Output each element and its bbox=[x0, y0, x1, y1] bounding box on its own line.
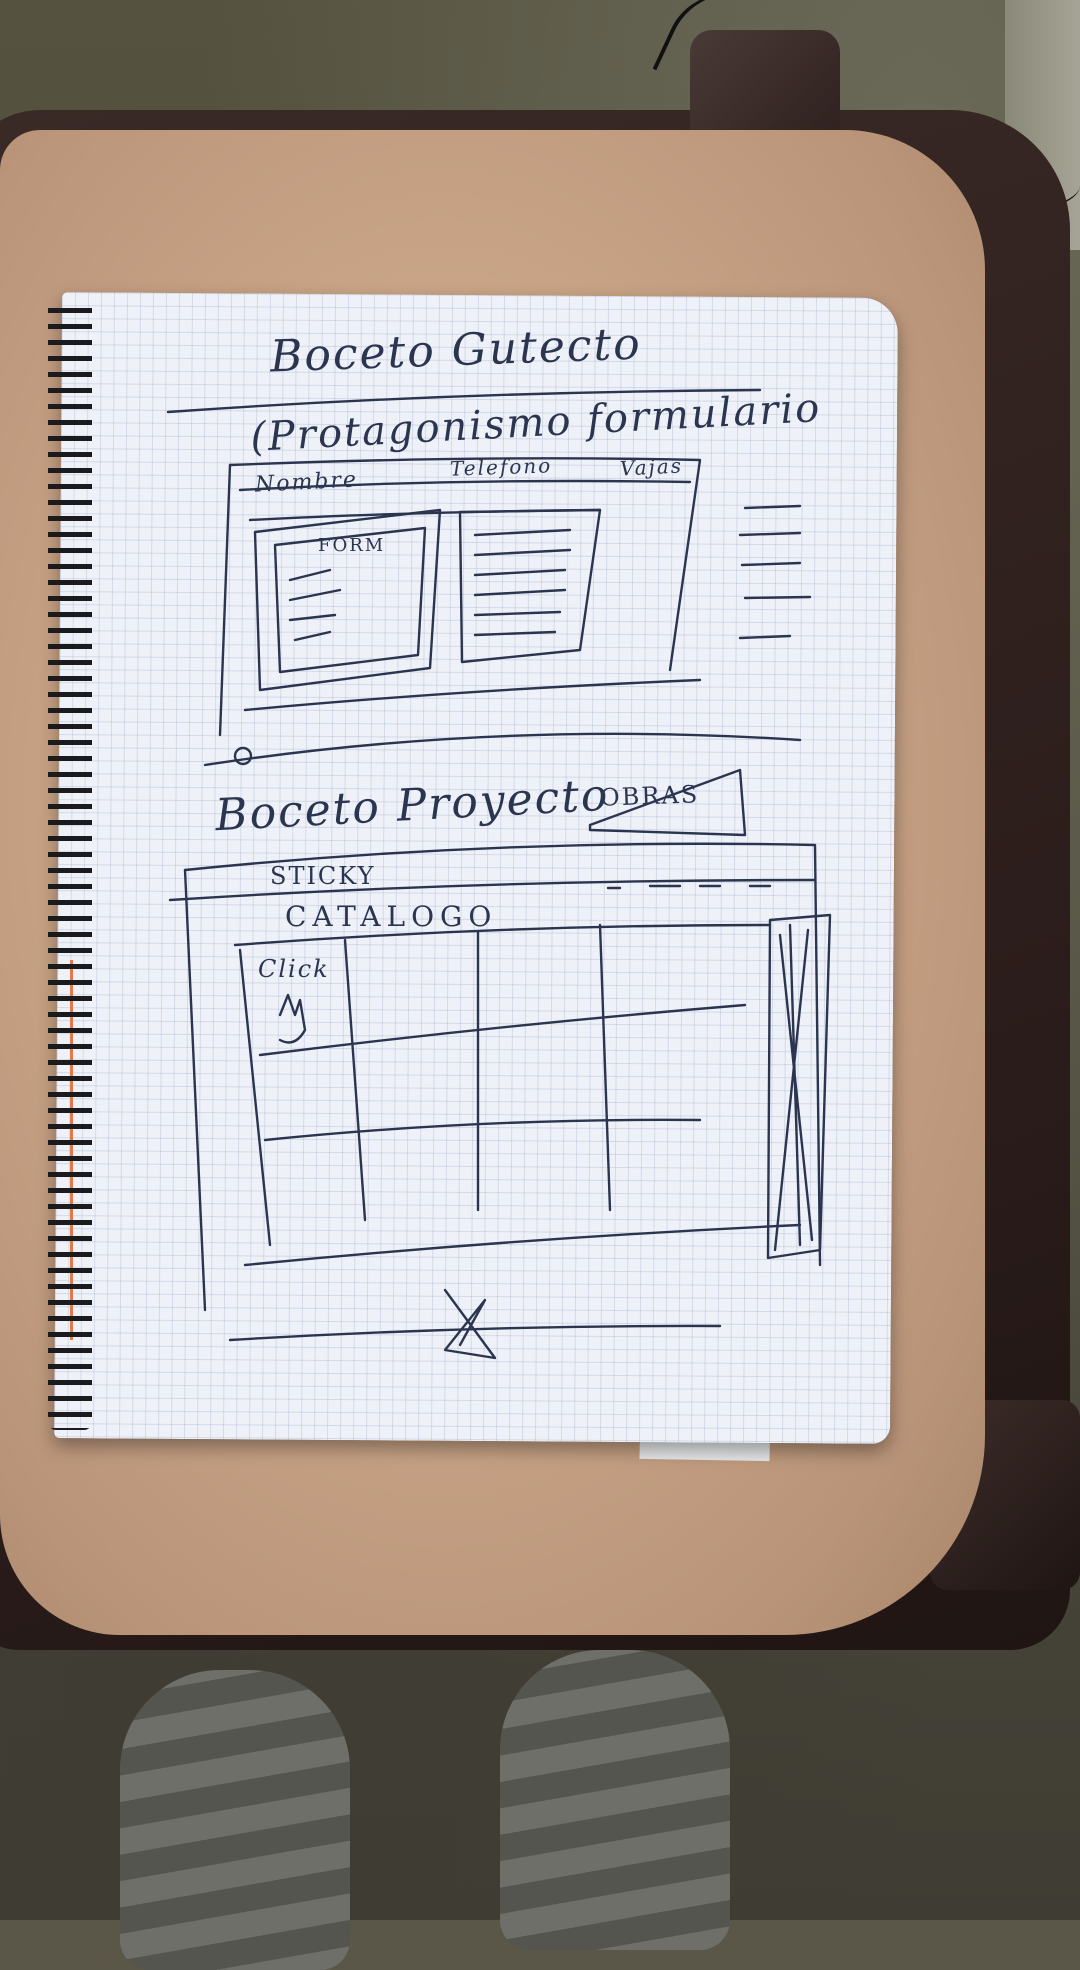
sticky-label: STICKY bbox=[270, 862, 376, 890]
grid-bottom bbox=[243, 1223, 802, 1267]
grid-row-2 bbox=[263, 1118, 702, 1142]
footer-rule bbox=[243, 678, 702, 712]
catalog-label: CATALOGO bbox=[285, 900, 498, 933]
grid-row-1 bbox=[258, 1003, 747, 1057]
footer-rule-2 bbox=[203, 732, 802, 767]
nav-label-vajas: Vajas bbox=[619, 453, 684, 481]
nav-label-telefono: Telefono bbox=[449, 453, 553, 481]
form-label: FORM bbox=[318, 535, 386, 556]
scrollbar-scribble bbox=[766, 913, 832, 1260]
grid-col-4 bbox=[598, 923, 612, 1212]
form-fields bbox=[288, 568, 342, 642]
page-frame bbox=[183, 842, 822, 1267]
obras-badge-label: OBRAS bbox=[599, 780, 700, 812]
nav-dashes bbox=[606, 884, 772, 890]
grid-col-1 bbox=[238, 948, 272, 1247]
grid-col-2 bbox=[343, 938, 367, 1222]
side-lines bbox=[738, 504, 812, 640]
frame-left bbox=[218, 463, 232, 737]
final-rule bbox=[228, 1324, 722, 1342]
page-frame-left bbox=[183, 868, 207, 1312]
sketch-drawing bbox=[166, 388, 832, 1360]
text-lines bbox=[473, 528, 572, 637]
sticky-rule bbox=[168, 878, 817, 902]
click-label: Click bbox=[258, 955, 330, 983]
hand-pointer-icon bbox=[278, 993, 307, 1044]
logo-scribble bbox=[443, 1288, 497, 1360]
footer-circle bbox=[233, 746, 253, 766]
